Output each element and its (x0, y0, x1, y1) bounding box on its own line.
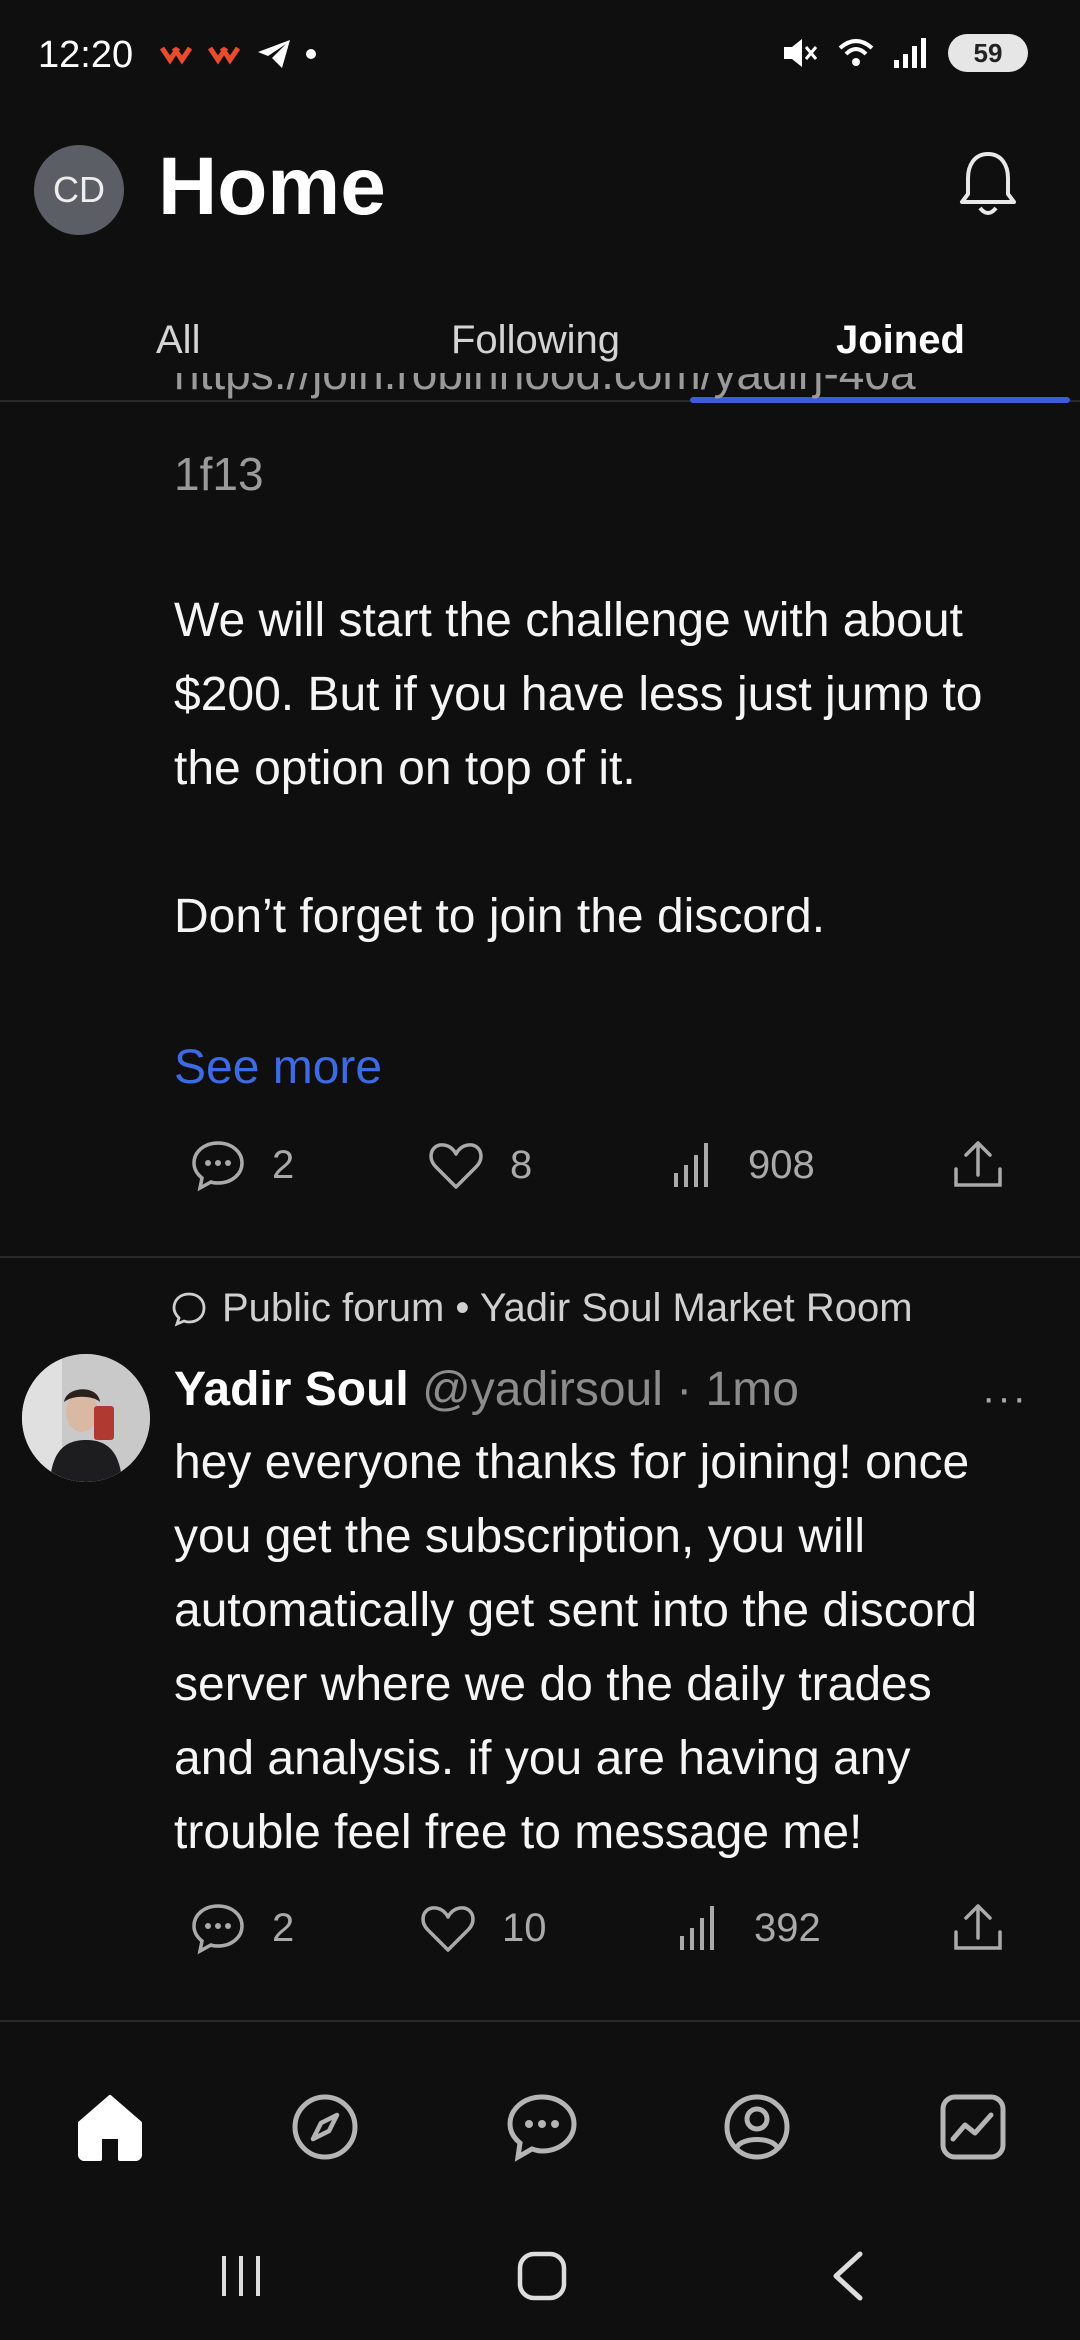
battery-indicator: 59 (948, 34, 1028, 72)
comment-count: 2 (272, 1142, 295, 1187)
profile-avatar[interactable]: CD (34, 145, 124, 235)
see-more-link[interactable]: See more (174, 1040, 382, 1095)
views-chart-icon (674, 1143, 708, 1187)
avatar-initials: CD (53, 169, 105, 210)
heart-icon (429, 1143, 483, 1189)
tab-joined[interactable]: Joined (836, 318, 965, 363)
author-handle: @yadirsoul · 1mo (422, 1363, 799, 1416)
explore-compass-icon[interactable] (285, 2087, 365, 2167)
home-button-icon[interactable] (516, 2250, 568, 2302)
like-button[interactable]: 10 (418, 1898, 547, 1958)
battery-level: 59 (973, 37, 1003, 68)
messages-icon[interactable] (502, 2087, 582, 2167)
app-notification-icon (160, 46, 193, 65)
app-notification-icon (208, 46, 241, 65)
signal-icon (894, 38, 926, 68)
author-avatar[interactable] (22, 1354, 150, 1482)
recent-apps-icon[interactable] (216, 2250, 266, 2300)
post1-text-line: the option on top of it. (174, 742, 636, 795)
author-name[interactable]: Yadir Soul (174, 1363, 409, 1416)
comment-count: 2 (272, 1905, 295, 1950)
post2-text-line: you get the subscription, you will (174, 1510, 866, 1563)
status-notification-icons (160, 38, 318, 70)
tab-all[interactable]: All (156, 318, 200, 363)
forum-label-text: Public forum • Yadir Soul Market Room (222, 1286, 913, 1330)
like-button[interactable]: 8 (426, 1135, 532, 1195)
profile-icon[interactable] (717, 2087, 797, 2167)
post-divider (0, 1256, 1080, 1258)
views-indicator: 392 (670, 1898, 821, 1958)
notifications-bell-icon[interactable] (956, 148, 1020, 220)
post2-actions: 2 10 392 (180, 1898, 1020, 1978)
post2-text-line: trouble feel free to message me! (174, 1806, 863, 1859)
system-navigation-bar (0, 2220, 1080, 2340)
comment-button[interactable]: 2 (188, 1898, 294, 1958)
post2-text-line: server where we do the daily trades (174, 1658, 932, 1711)
tab-following[interactable]: Following (451, 318, 620, 363)
post1-actions: 2 8 908 (180, 1135, 1020, 1215)
forum-bubble-icon (172, 1292, 206, 1327)
status-system-icons: 59 (780, 34, 1028, 72)
wifi-icon (838, 39, 874, 66)
markets-chart-icon[interactable] (933, 2087, 1013, 2167)
telegram-icon (258, 40, 290, 68)
author-line: Yadir Soul @yadirsoul · 1mo (174, 1362, 799, 1417)
post1-link-line1: https://join.robinhood.com/yadirj-40a (174, 373, 916, 399)
more-options-icon[interactable]: ··· (982, 1376, 1028, 1421)
dot-icon (306, 49, 316, 59)
post1-text-line: $200. But if you have less just jump to (174, 668, 983, 721)
back-icon[interactable] (826, 2250, 872, 2302)
share-icon (954, 1904, 1002, 1950)
share-button[interactable] (948, 1898, 1008, 1958)
forum-label[interactable]: Public forum • Yadir Soul Market Room (170, 1286, 913, 1331)
like-count: 10 (502, 1905, 547, 1950)
views-indicator: 908 (664, 1135, 815, 1195)
app-screen: 12:20 59 CD Home All Following Joined ht… (0, 0, 1080, 2340)
heart-icon (421, 1906, 475, 1952)
view-count: 908 (748, 1142, 815, 1187)
post1-text-line: We will start the challenge with about (174, 594, 963, 647)
like-count: 8 (510, 1142, 533, 1187)
comment-button[interactable]: 2 (188, 1135, 294, 1195)
post2-text-line: automatically get sent into the discord (174, 1584, 978, 1637)
status-bar: 12:20 59 (0, 0, 1080, 110)
post2-text-line: and analysis. if you are having any (174, 1732, 911, 1785)
comment-icon (192, 1141, 244, 1192)
post1-text-line: Don’t forget to join the discord. (174, 890, 826, 943)
post2-text-line: hey everyone thanks for joining! once (174, 1436, 970, 1489)
home-icon[interactable] (70, 2087, 150, 2167)
comment-icon (192, 1904, 244, 1955)
author-photo (22, 1354, 150, 1482)
post1-link-line2: 1f13 (174, 448, 264, 500)
mute-icon (784, 39, 818, 67)
share-icon (954, 1141, 1002, 1187)
status-time: 12:20 (38, 34, 134, 76)
share-button[interactable] (948, 1135, 1008, 1195)
views-chart-icon (680, 1906, 714, 1950)
view-count: 392 (754, 1905, 821, 1950)
page-title: Home (158, 141, 386, 232)
bottom-navigation (0, 2020, 1080, 2220)
